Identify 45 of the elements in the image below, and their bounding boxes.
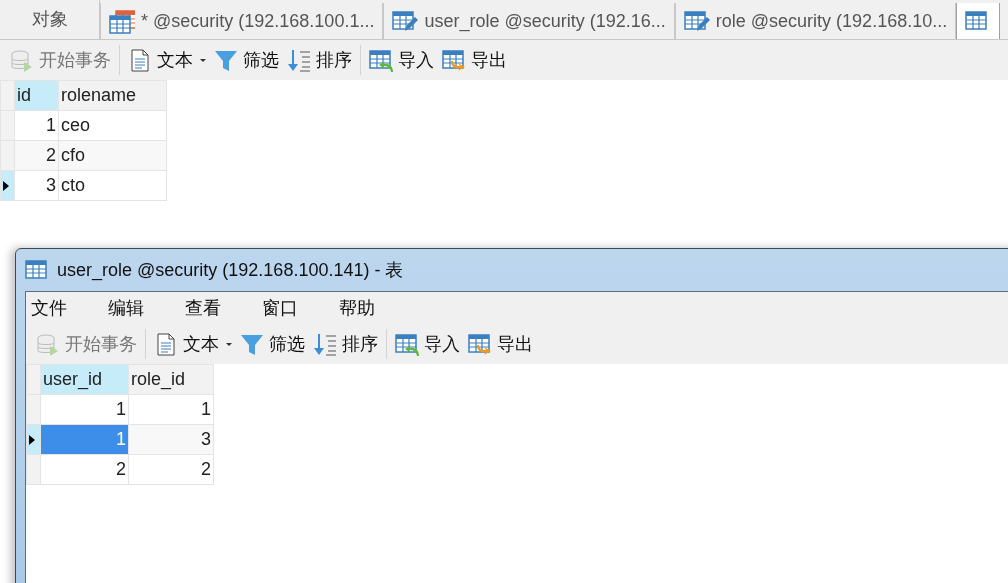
table-import-icon (369, 47, 395, 73)
table-cell[interactable]: ceo (58, 110, 167, 141)
menu-item[interactable]: 帮助 (339, 294, 388, 322)
row-header[interactable] (0, 170, 15, 201)
toolbar-button[interactable]: 导出 (466, 330, 535, 358)
table-cell[interactable]: cfo (58, 140, 167, 171)
menu-item[interactable]: 窗口 (262, 294, 311, 322)
toolbar-button[interactable]: 文本 (152, 330, 234, 358)
menu-item[interactable]: 编辑 (108, 294, 157, 322)
toolbar-button[interactable]: 排序 (285, 46, 354, 74)
table-edit-icon (683, 8, 710, 34)
table-import-icon (395, 331, 421, 357)
window-title: user_role @security (192.168.100.141) - 表 (57, 258, 404, 283)
toolbar-button[interactable]: 导入 (367, 46, 436, 74)
menu-item[interactable]: 文件 (31, 294, 80, 322)
toolbar-button[interactable]: 导入 (393, 330, 462, 358)
menu-item[interactable]: 查看 (185, 294, 234, 322)
table-cell[interactable]: 1 (14, 110, 59, 141)
table-cell[interactable]: 1 (40, 394, 129, 425)
sort-icon (287, 47, 313, 73)
toolbar-button[interactable]: 筛选 (238, 330, 307, 358)
tab[interactable]: user_role @security (192.16... (383, 3, 675, 39)
tab[interactable] (956, 3, 1001, 39)
column-header[interactable]: role_id (128, 364, 214, 395)
row-pointer-icon (3, 181, 9, 191)
tab[interactable]: role @security (192.168.10... (674, 3, 957, 39)
row-header[interactable] (26, 424, 41, 455)
column-header[interactable]: user_id (40, 364, 129, 395)
table-cell[interactable]: 3 (128, 424, 214, 455)
table-edit-icon (392, 8, 419, 34)
tab[interactable]: * @security (192.168.100.1... (100, 3, 384, 39)
toolbar-button[interactable]: 文本 (126, 46, 208, 74)
column-header[interactable]: rolename (58, 80, 167, 111)
tables-icon (109, 8, 135, 34)
table-cell[interactable]: 1 (128, 394, 214, 425)
toolbar-button[interactable]: 排序 (311, 330, 380, 358)
table-cell[interactable]: 3 (14, 170, 59, 201)
table-cell[interactable]: 2 (128, 454, 214, 485)
toolbar-button[interactable]: 筛选 (212, 46, 281, 74)
column-header[interactable]: id (14, 80, 59, 111)
toolbar-button[interactable]: 导出 (440, 46, 509, 74)
row-pointer-icon (29, 435, 35, 445)
table-cell[interactable]: cto (58, 170, 167, 201)
table-cell[interactable]: 2 (40, 454, 129, 485)
sort-icon (313, 331, 339, 357)
